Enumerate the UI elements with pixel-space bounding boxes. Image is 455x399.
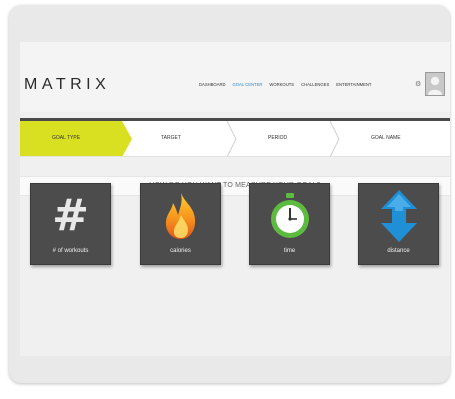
nav-item-goal-center[interactable]: GOAL CENTER (233, 82, 263, 87)
header: MATRIX DASHBOARD GOAL CENTER WORKOUTS CH… (20, 42, 450, 112)
step-label-target[interactable]: TARGET (161, 135, 181, 141)
step-label-goal-type[interactable]: GOAL TYPE (52, 135, 80, 141)
option-label: calories (170, 248, 191, 254)
option-calories-button[interactable]: calories (140, 183, 221, 265)
nav-item-challenges[interactable]: CHALLENGES (301, 82, 329, 87)
nav-item-entertainment[interactable]: ENTERTAINMENT (336, 82, 371, 87)
nav-item-workouts[interactable]: WORKOUTS (269, 82, 294, 87)
matrix-logo: MATRIX (24, 76, 111, 93)
flame-icon (141, 190, 220, 242)
option-time-button[interactable]: time (249, 183, 330, 265)
option-label: # of workouts (52, 248, 89, 254)
stopwatch-icon (250, 190, 329, 242)
avatar[interactable] (425, 72, 445, 96)
option-label: distance (387, 248, 410, 254)
vertical-arrows-icon (359, 190, 438, 242)
settings-gear-icon[interactable]: ⚙ (415, 80, 421, 88)
main-nav: DASHBOARD GOAL CENTER WORKOUTS CHALLENGE… (199, 82, 371, 87)
option-distance-button[interactable]: distance (358, 183, 439, 265)
step-label-goal-name[interactable]: GOAL NAME (371, 135, 401, 141)
goal-wizard-steps: GOAL TYPE TARGET PERIOD GOAL NAME (20, 121, 450, 157)
step-label-period[interactable]: PERIOD (268, 135, 287, 141)
option-workouts-button[interactable]: # # of workouts (30, 183, 111, 265)
user-silhouette-icon (426, 73, 444, 95)
nav-item-dashboard[interactable]: DASHBOARD (199, 82, 226, 87)
hash-icon: # (52, 190, 89, 241)
option-label: time (283, 248, 296, 254)
